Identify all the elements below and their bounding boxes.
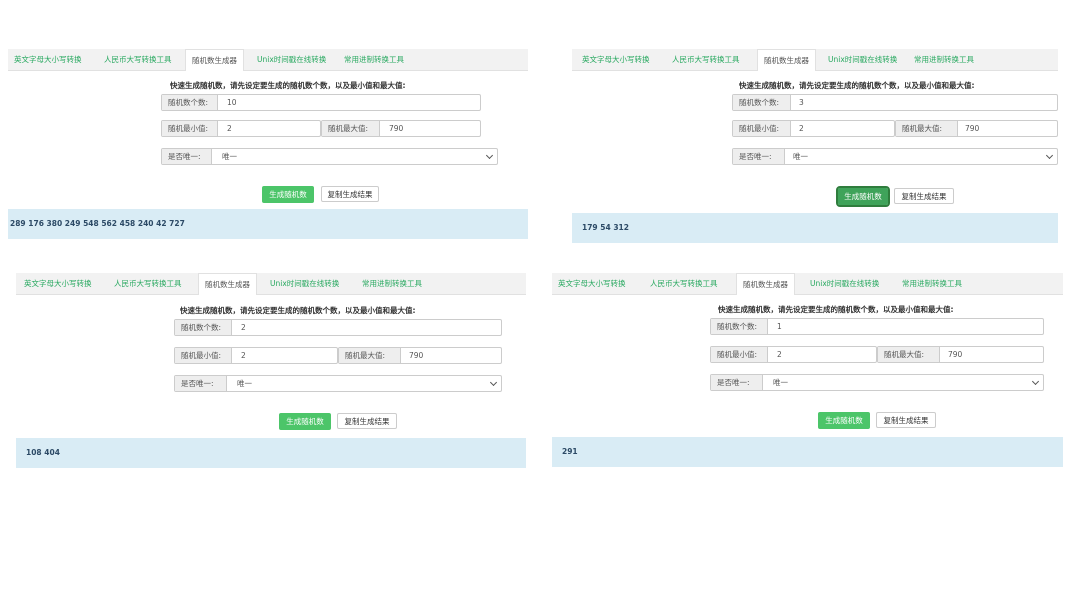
max-value: 790 [948, 350, 963, 359]
generate-button[interactable]: 生成随机数 [279, 413, 331, 430]
min-label: 随机最小值: [711, 347, 768, 362]
unique-label: 是否唯一: [162, 149, 212, 164]
unique-select[interactable]: 是否唯一: 唯一 [710, 374, 1044, 391]
count-label: 随机数个数: [711, 319, 768, 334]
min-label: 随机最小值: [733, 121, 791, 136]
min-value: 2 [799, 124, 804, 133]
unique-select[interactable]: 是否唯一: 唯一 [732, 148, 1058, 165]
count-label: 随机数个数: [175, 320, 232, 335]
max-label: 随机最大值: [339, 348, 401, 363]
min-value: 2 [227, 124, 232, 133]
chevron-down-icon [489, 378, 498, 387]
count-value: 1 [777, 322, 782, 331]
tab-bar: 英文字母大小写转换 人民币大写转换工具 随机数生成器 Unix时间戳在线转换 常… [552, 273, 1063, 295]
panel-1: 英文字母大小写转换 人民币大写转换工具 随机数生成器 Unix时间戳在线转换 常… [8, 49, 528, 244]
unique-label: 是否唯一: [733, 149, 785, 164]
chevron-down-icon [1045, 151, 1054, 160]
max-field[interactable]: 随机最大值: 790 [895, 120, 1058, 137]
tab-bar: 英文字母大小写转换 人民币大写转换工具 随机数生成器 Unix时间戳在线转换 常… [572, 49, 1058, 71]
generate-button[interactable]: 生成随机数 [262, 186, 314, 203]
max-value: 790 [389, 124, 404, 133]
result-output: 291 [552, 437, 1063, 467]
tab-unix-timestamp[interactable]: Unix时间戳在线转换 [810, 273, 879, 294]
max-value: 790 [409, 351, 424, 360]
tab-unix-timestamp[interactable]: Unix时间戳在线转换 [257, 49, 326, 70]
tab-random-generator[interactable]: 随机数生成器 [757, 49, 816, 71]
min-field[interactable]: 随机最小值: 2 [174, 347, 338, 364]
tab-random-generator[interactable]: 随机数生成器 [198, 273, 257, 295]
tab-bar: 英文字母大小写转换 人民币大写转换工具 随机数生成器 Unix时间戳在线转换 常… [16, 273, 526, 295]
copy-result-button[interactable]: 复制生成结果 [876, 412, 936, 428]
min-field[interactable]: 随机最小值: 2 [732, 120, 895, 137]
unique-select[interactable]: 是否唯一: 唯一 [161, 148, 498, 165]
min-value: 2 [777, 350, 782, 359]
tab-case-convert[interactable]: 英文字母大小写转换 [14, 49, 82, 70]
result-output: 108 404 [16, 438, 526, 468]
max-label: 随机最大值: [878, 347, 940, 362]
min-field[interactable]: 随机最小值: 2 [710, 346, 877, 363]
generate-button[interactable]: 生成随机数 [836, 186, 890, 207]
chevron-down-icon [485, 151, 494, 160]
count-field[interactable]: 随机数个数: 2 [174, 319, 502, 336]
unique-label: 是否唯一: [711, 375, 763, 390]
min-field[interactable]: 随机最小值: 2 [161, 120, 321, 137]
min-value: 2 [241, 351, 246, 360]
result-output: 179 54 312 [572, 213, 1058, 243]
unique-value: 唯一 [773, 378, 788, 387]
tab-base-convert[interactable]: 常用进制转换工具 [362, 273, 422, 294]
min-label: 随机最小值: [162, 121, 218, 136]
max-label: 随机最大值: [322, 121, 380, 136]
unique-select[interactable]: 是否唯一: 唯一 [174, 375, 502, 392]
max-label: 随机最大值: [896, 121, 958, 136]
max-field[interactable]: 随机最大值: 790 [877, 346, 1044, 363]
form-hint: 快速生成随机数，请先设定要生成的随机数个数，以及最小值和最大值: [180, 306, 416, 315]
tab-unix-timestamp[interactable]: Unix时间戳在线转换 [270, 273, 339, 294]
tab-random-generator[interactable]: 随机数生成器 [185, 49, 244, 71]
count-value: 3 [799, 98, 804, 107]
unique-value: 唯一 [222, 152, 237, 161]
tab-rmb-convert[interactable]: 人民币大写转换工具 [114, 273, 182, 294]
tab-rmb-convert[interactable]: 人民币大写转换工具 [104, 49, 172, 70]
count-value: 10 [227, 98, 237, 107]
max-field[interactable]: 随机最大值: 790 [321, 120, 481, 137]
tab-bar: 英文字母大小写转换 人民币大写转换工具 随机数生成器 Unix时间戳在线转换 常… [8, 49, 528, 71]
panel-2: 英文字母大小写转换 人民币大写转换工具 随机数生成器 Unix时间戳在线转换 常… [572, 49, 1058, 244]
count-label: 随机数个数: [162, 95, 218, 110]
tab-case-convert[interactable]: 英文字母大小写转换 [558, 273, 626, 294]
copy-result-button[interactable]: 复制生成结果 [337, 413, 397, 429]
count-label: 随机数个数: [733, 95, 791, 110]
tab-rmb-convert[interactable]: 人民币大写转换工具 [650, 273, 718, 294]
unique-value: 唯一 [793, 152, 808, 161]
tab-base-convert[interactable]: 常用进制转换工具 [902, 273, 962, 294]
copy-result-button[interactable]: 复制生成结果 [321, 186, 379, 202]
tab-case-convert[interactable]: 英文字母大小写转换 [24, 273, 92, 294]
tab-random-generator[interactable]: 随机数生成器 [736, 273, 795, 295]
tab-unix-timestamp[interactable]: Unix时间戳在线转换 [828, 49, 897, 70]
copy-result-button[interactable]: 复制生成结果 [894, 188, 954, 204]
max-value: 790 [965, 124, 980, 133]
form-hint: 快速生成随机数，请先设定要生成的随机数个数，以及最小值和最大值: [170, 81, 406, 90]
tab-base-convert[interactable]: 常用进制转换工具 [914, 49, 974, 70]
tab-case-convert[interactable]: 英文字母大小写转换 [582, 49, 650, 70]
min-label: 随机最小值: [175, 348, 232, 363]
count-field[interactable]: 随机数个数: 1 [710, 318, 1044, 335]
tab-rmb-convert[interactable]: 人民币大写转换工具 [672, 49, 740, 70]
form-hint: 快速生成随机数，请先设定要生成的随机数个数，以及最小值和最大值: [739, 81, 975, 90]
panel-3: 英文字母大小写转换 人民币大写转换工具 随机数生成器 Unix时间戳在线转换 常… [16, 273, 526, 468]
max-field[interactable]: 随机最大值: 790 [338, 347, 502, 364]
count-field[interactable]: 随机数个数: 10 [161, 94, 481, 111]
tab-base-convert[interactable]: 常用进制转换工具 [344, 49, 404, 70]
form-hint: 快速生成随机数，请先设定要生成的随机数个数，以及最小值和最大值: [718, 305, 954, 314]
panel-4: 英文字母大小写转换 人民币大写转换工具 随机数生成器 Unix时间戳在线转换 常… [552, 273, 1063, 468]
count-value: 2 [241, 323, 246, 332]
chevron-down-icon [1031, 377, 1040, 386]
generate-button[interactable]: 生成随机数 [818, 412, 870, 429]
unique-value: 唯一 [237, 379, 252, 388]
unique-label: 是否唯一: [175, 376, 227, 391]
count-field[interactable]: 随机数个数: 3 [732, 94, 1058, 111]
result-output: 289 176 380 249 548 562 458 240 42 727 [8, 209, 528, 239]
